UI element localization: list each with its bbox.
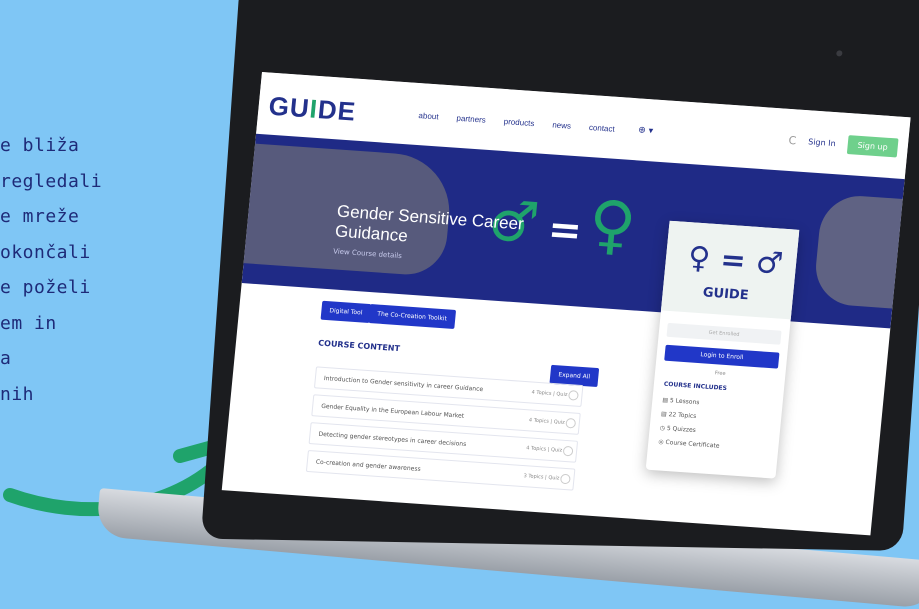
includes-item: ▤ 5 Lessons (662, 396, 700, 407)
hero-arm-image (812, 193, 903, 309)
price-label: Free (714, 370, 726, 377)
promo-text: e bliža regledali e mreže okončali e pož… (0, 128, 170, 412)
sign-in-link[interactable]: Sign In (808, 137, 836, 148)
digital-tool-button[interactable]: Digital Tool (320, 300, 372, 324)
lesson-meta: 3 Topics | Quiz (523, 473, 560, 482)
includes-item: ▤ 22 Topics (660, 410, 697, 421)
lesson-meta: 4 Topics | Quiz (531, 389, 568, 398)
promo-line: e mreže (0, 206, 80, 227)
header-actions: C Sign In Sign up (788, 131, 899, 158)
gender-symbols-icon: ♀ = ♂ (686, 240, 785, 282)
enroll-field[interactable]: Get Enrolled (666, 322, 782, 345)
nav-partners[interactable]: partners (456, 114, 486, 125)
status-circle-icon (567, 390, 579, 401)
co-creation-toolkit-button[interactable]: The Co-Creation Toolkit (368, 304, 456, 329)
lesson-title: Detecting gender stereotypes in career d… (318, 430, 467, 448)
enroll-card: ♀ = ♂ GUIDE Get Enrolled Login to Enroll… (645, 220, 800, 479)
promo-line: okončali (0, 241, 91, 263)
promo-line: regledali (0, 170, 103, 192)
nav-about[interactable]: about (418, 111, 439, 121)
promo-line: nih (0, 383, 35, 405)
promo-line: e bliža (0, 135, 80, 156)
includes-item: ◷ 5 Quizzes (659, 424, 697, 435)
lesson-title: Introduction to Gender sensitivity in ca… (323, 374, 484, 393)
nav-news[interactable]: news (552, 120, 572, 130)
promo-line: a (0, 348, 12, 369)
guide-logo: GUIDE (702, 285, 750, 304)
nav-contact[interactable]: contact (589, 123, 616, 134)
login-to-enroll-button[interactable]: Login to Enroll (664, 344, 780, 369)
lesson-title: Gender Equality in the European Labour M… (320, 402, 465, 420)
language-selector[interactable]: ⊕ ▾ (638, 125, 654, 136)
lesson-meta: 4 Topics | Quiz (525, 445, 563, 454)
course-includes-title: COURSE INCLUDES (663, 380, 728, 393)
cart-icon[interactable]: C (788, 134, 797, 147)
camera-icon (836, 50, 843, 57)
promo-line: e poželi (0, 277, 91, 298)
lesson-title: Co-creation and gender awareness (315, 458, 421, 473)
nav-products[interactable]: products (503, 117, 534, 128)
site-logo[interactable]: GUIDE (267, 91, 357, 128)
sign-up-button[interactable]: Sign up (846, 135, 899, 158)
course-content-title: COURSE CONTENT (317, 338, 401, 354)
includes-item: ◎ Course Certificate (658, 438, 720, 450)
main-nav: about partners products news contact (418, 111, 615, 134)
status-circle-icon (562, 445, 574, 457)
lesson-meta: 4 Topics | Quiz (528, 417, 566, 426)
status-circle-icon (565, 417, 577, 429)
status-circle-icon (559, 473, 571, 485)
promo-line: em in (0, 312, 57, 334)
laptop-screen: GUIDE about partners products news conta… (221, 72, 911, 536)
course-promo-image: ♀ = ♂ GUIDE (660, 220, 800, 320)
